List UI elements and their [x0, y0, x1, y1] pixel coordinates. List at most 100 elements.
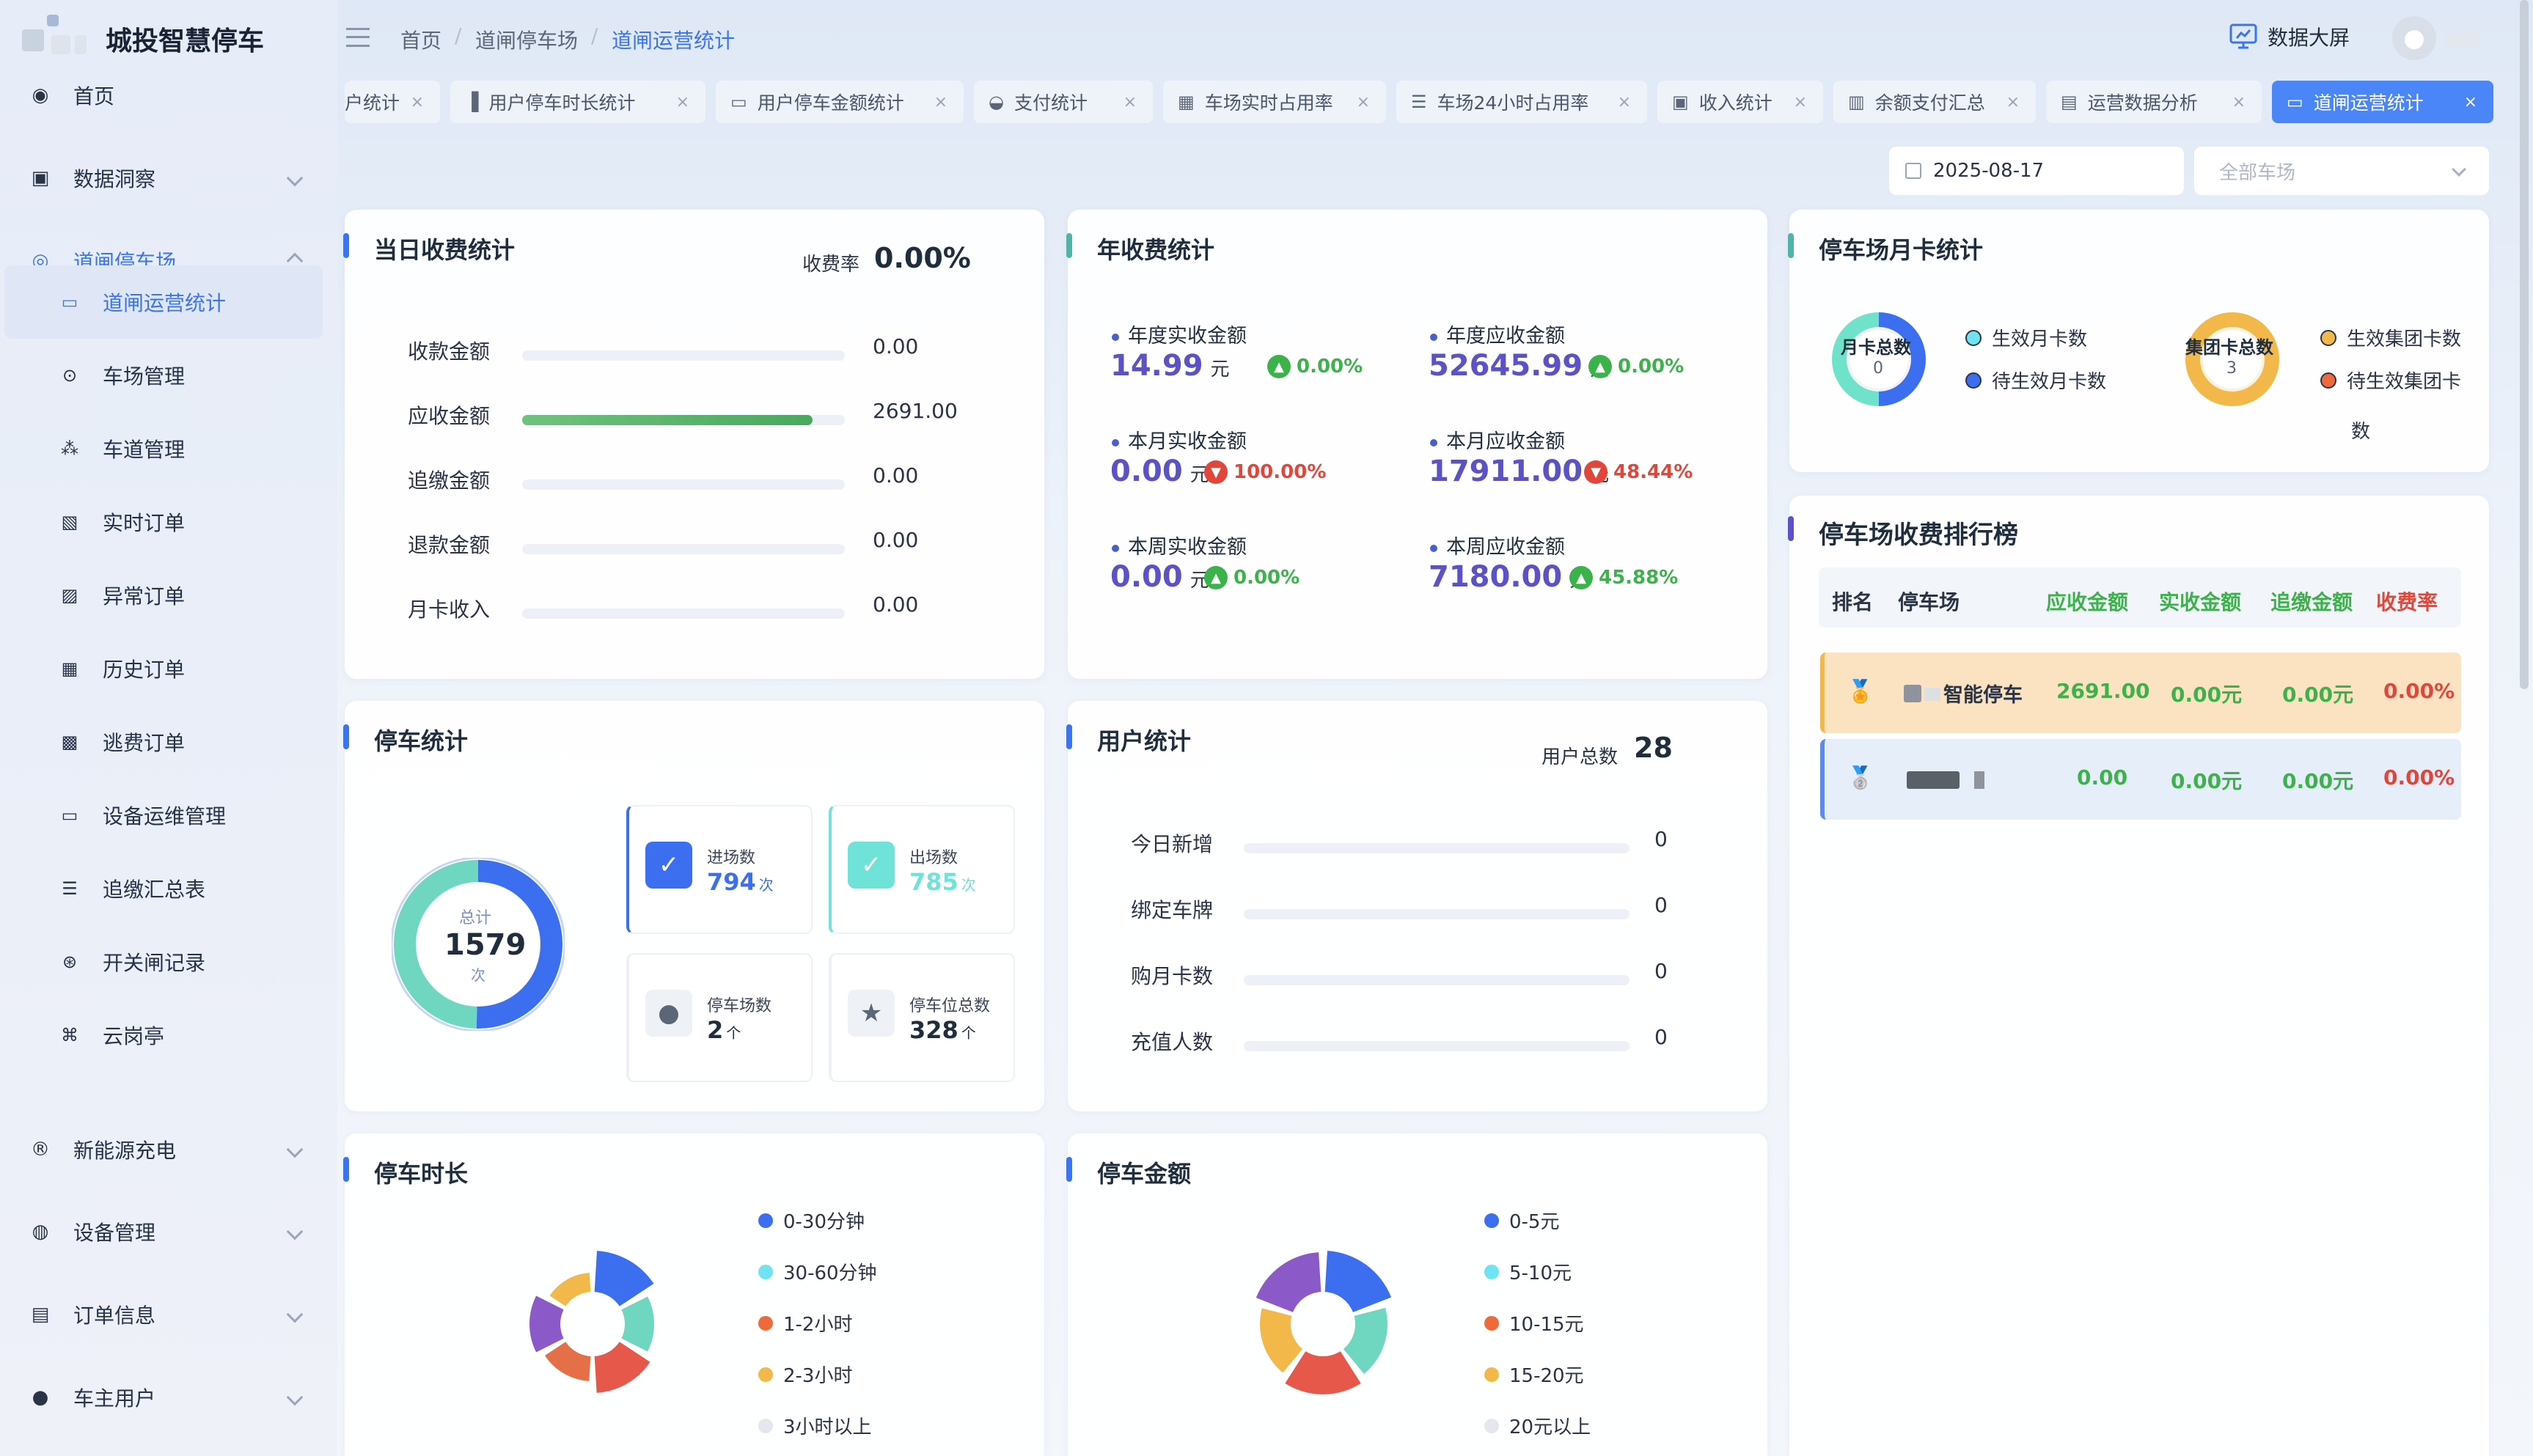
title-accent: [1066, 724, 1072, 749]
parking-stat-box: ✓ 进场数 794 次: [626, 805, 813, 934]
tab-icon: ▥: [1848, 92, 1865, 112]
card-title: 停车场收费排行榜: [1819, 521, 2018, 550]
table-row[interactable]: 🥈 0.00 0.00元 0.00元 0.00%: [1820, 739, 2461, 820]
sidebar-subitem-8[interactable]: ☰ 追缴汇总表: [0, 852, 337, 925]
tab-label: 收入统计: [1698, 92, 1773, 114]
parking-amount-card: 停车金额 0-5元 5-10元 10-15元 15-20元 20元以上: [1066, 1133, 1767, 1456]
page-scrollbar[interactable]: [2520, 0, 2529, 689]
trend-indicator: ▼ 48.44%: [1584, 460, 1693, 484]
tab-2[interactable]: ▭ 用户停车金额统计 ×: [716, 81, 964, 123]
header-received: 实收金额: [2159, 590, 2242, 614]
chevron-down-icon: [286, 1389, 304, 1406]
fee-row-value: 0.00: [873, 334, 919, 359]
bigscreen-button[interactable]: 数据大屏: [2229, 22, 2350, 51]
sidebar-subitem-7[interactable]: ▭ 设备运维管理: [0, 779, 337, 852]
tab-0[interactable]: 户统计 ×: [345, 81, 440, 123]
avatar[interactable]: ●: [2392, 16, 2436, 60]
card-title: 停车场月卡统计: [1819, 236, 1984, 264]
bullet-dot: [1430, 544, 1437, 552]
stat-value: 52645.99元: [1429, 349, 1609, 383]
sidebar-subitem-0[interactable]: ▭ 道闸运营统计: [4, 265, 323, 339]
tab-3[interactable]: ◒ 支付统计 ×: [974, 81, 1153, 123]
fee-row-value: 0.00: [873, 463, 919, 488]
close-icon[interactable]: ×: [1618, 93, 1631, 111]
user-row-value: 0: [1654, 893, 1668, 917]
box-label: 进场数: [707, 849, 756, 867]
tab-6[interactable]: ▣ 收入统计 ×: [1657, 81, 1823, 123]
sidebar-subitem-6[interactable]: ▩ 逃费订单: [0, 705, 337, 779]
sidebar-item-5[interactable]: ▤ 订单信息: [0, 1278, 337, 1351]
legend-swatch: [1484, 1213, 1499, 1228]
close-icon[interactable]: ×: [411, 93, 424, 111]
stat-label: 本周实收金额: [1112, 531, 1247, 559]
tab-8[interactable]: ▤ 运营数据分析 ×: [2046, 81, 2262, 123]
stat-label: 本周应收金额: [1430, 531, 1565, 559]
user-stats-card: 用户统计 用户总数 28 今日新增 0 绑定车牌 0 购月卡数 0 充值人数 0: [1066, 701, 1767, 1111]
legend-item: 0-30分钟: [758, 1207, 865, 1234]
sidebar-item-1[interactable]: ▣ 数据洞察: [0, 141, 337, 215]
sidebar-subitem-4[interactable]: ▨ 异常订单: [0, 559, 337, 632]
user-row-value: 0: [1654, 1025, 1668, 1049]
legend-label: 1-2小时: [783, 1314, 853, 1336]
sidebar-item-3[interactable]: ® 新能源充电: [0, 1113, 337, 1186]
stat-value: 0.00 元: [1110, 560, 1209, 594]
arrow-up-icon: ▲: [1204, 566, 1228, 589]
arrow-down-icon: ▼: [1204, 460, 1228, 484]
user-total-label: 用户总数: [1542, 746, 1619, 768]
legend-item: 生效集团卡数: [2320, 324, 2461, 351]
table-row[interactable]: 🏅 智能停车 2691.00 0.00元 0.00元 0.00%: [1820, 652, 2461, 733]
parking-select[interactable]: 全部车场: [2194, 147, 2489, 195]
user-row-label: 今日新增: [1131, 832, 1214, 856]
tab-4[interactable]: ▦ 车场实时占用率 ×: [1163, 81, 1386, 123]
tab-label: 用户停车时长统计: [488, 92, 636, 114]
sidebar-subitem-3[interactable]: ▧ 实时订单: [0, 485, 337, 559]
menu-toggle-icon[interactable]: [346, 28, 370, 47]
total-label: 总计: [459, 909, 492, 927]
tab-1[interactable]: ▐ 用户停车时长统计 ×: [450, 81, 705, 123]
close-icon[interactable]: ×: [2006, 93, 2020, 111]
tab-7[interactable]: ▥ 余额支付汇总 ×: [1833, 81, 2036, 123]
breadcrumb-parking[interactable]: 道闸停车场: [475, 25, 578, 54]
stat-label: 本月应收金额: [1430, 425, 1565, 454]
sidebar-subitem-label: 车场管理: [103, 364, 186, 389]
monthly-card-card: 停车场月卡统计 月卡总数 0 集团卡总数 3 生效月卡数 待生效月卡数 生效集团卡数…: [1788, 210, 2489, 472]
legend-item: 2-3小时: [758, 1361, 852, 1388]
breadcrumb-home[interactable]: 首页: [400, 25, 441, 54]
date-picker[interactable]: 2025-08-17: [1889, 147, 2184, 195]
legend-item: 20元以上: [1484, 1412, 1591, 1439]
close-icon[interactable]: ×: [676, 93, 689, 111]
sidebar-subitem-label: 车道管理: [103, 438, 186, 462]
box-value: 785 次: [909, 868, 976, 896]
sidebar-subitem-9[interactable]: ⊛ 开关闸记录: [0, 925, 337, 999]
sidebar-item-4[interactable]: ◍ 设备管理: [0, 1195, 337, 1268]
user-total: 28: [1634, 732, 1673, 764]
close-icon[interactable]: ×: [1123, 93, 1137, 111]
sidebar-subitem-10[interactable]: ⌘ 云岗亭: [0, 999, 337, 1072]
ranking-card: 停车场收费排行榜: [1788, 496, 2489, 1456]
close-icon[interactable]: ×: [2464, 93, 2477, 111]
sidebar-subitem-5[interactable]: ▦ 历史订单: [0, 632, 337, 705]
stat-value: 0.00 元: [1110, 455, 1209, 488]
close-icon[interactable]: ×: [1794, 93, 1807, 111]
sidebar-item-0[interactable]: ◉ 首页: [0, 59, 337, 132]
parking-name: 智能停车: [1943, 684, 2023, 707]
close-icon[interactable]: ×: [2232, 93, 2246, 111]
stat-label-text: 本周应收金额: [1446, 536, 1565, 559]
close-icon[interactable]: ×: [1357, 93, 1370, 111]
sidebar-subitem-2[interactable]: ⁂ 车道管理: [0, 412, 337, 485]
lane-icon: ⁂: [61, 438, 78, 459]
tab-9[interactable]: ▭ 道闸运营统计 ×: [2272, 81, 2493, 123]
tab-5[interactable]: ☰ 车场24小时占用率 ×: [1396, 81, 1647, 123]
title-accent: [1788, 516, 1794, 541]
header-rate: 收费率: [2376, 590, 2438, 614]
sidebar-subitem-label: 异常订单: [103, 584, 186, 608]
sidebar-subitem-1[interactable]: ⊙ 车场管理: [0, 339, 337, 412]
legend-label: 10-15元: [1509, 1314, 1584, 1336]
close-icon[interactable]: ×: [934, 93, 947, 111]
parking-name-redacted: [1907, 771, 1960, 789]
chevron-down-icon: [286, 1306, 304, 1323]
sidebar-item-6[interactable]: ● 车主用户: [0, 1361, 337, 1434]
fee-progress-fill: [522, 415, 813, 425]
sidebar-subitem-label: 追缴汇总表: [103, 878, 206, 902]
user-row-label: 充值人数: [1131, 1030, 1214, 1054]
